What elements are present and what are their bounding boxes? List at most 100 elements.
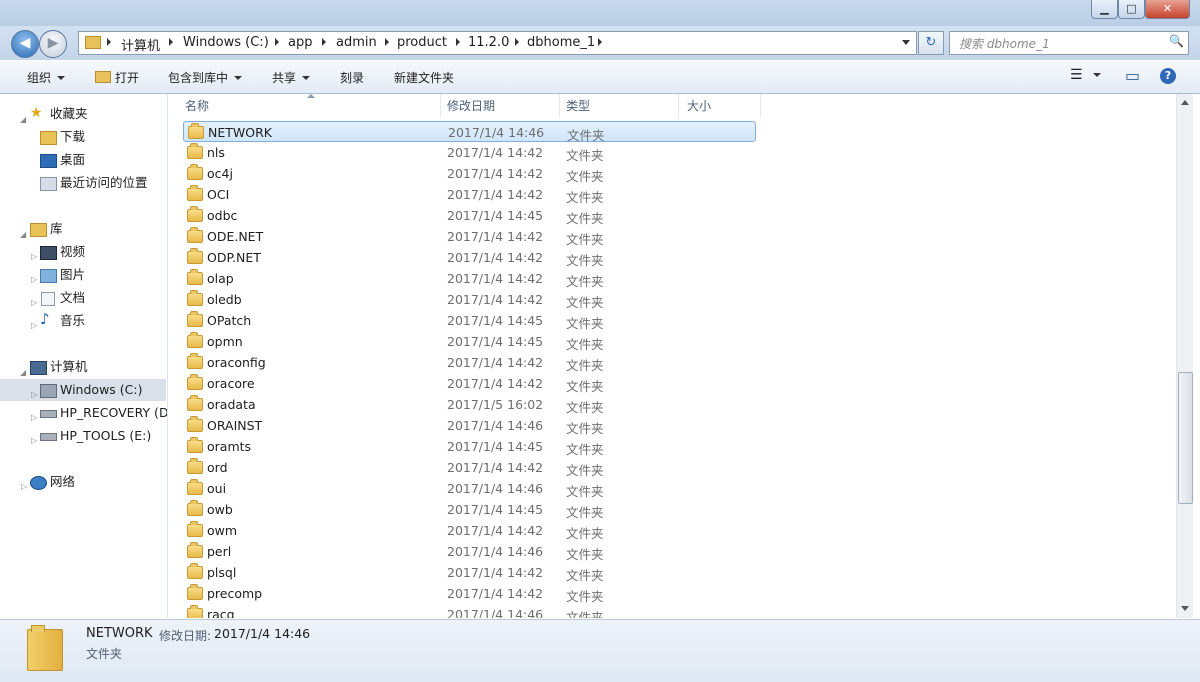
downloads-folder-icon — [40, 131, 57, 145]
file-row[interactable]: perl 2017/1/4 14:46 文件夹 — [183, 541, 756, 562]
breadcrumb-drive-c[interactable]: Windows (C:) — [183, 35, 269, 50]
breadcrumb-separator-icon[interactable] — [456, 38, 460, 46]
nav-libraries[interactable]: ◢ 库 — [0, 218, 166, 240]
chevron-down-icon — [57, 76, 66, 80]
search-box[interactable]: 搜索 dbhome_1 🔍 — [949, 31, 1189, 55]
file-row[interactable]: oc4j 2017/1/4 14:42 文件夹 — [183, 163, 756, 184]
breadcrumb-separator-icon[interactable] — [322, 38, 326, 46]
file-row[interactable]: precomp 2017/1/4 14:42 文件夹 — [183, 583, 756, 604]
file-row[interactable]: ODP.NET 2017/1/4 14:42 文件夹 — [183, 247, 756, 268]
nav-videos[interactable]: ▷ 视频 — [0, 241, 166, 263]
breadcrumb-separator-icon[interactable] — [598, 38, 602, 46]
close-button[interactable]: ✕ — [1145, 0, 1190, 19]
breadcrumb-version[interactable]: 11.2.0 — [468, 35, 509, 50]
file-date: 2017/1/4 14:42 — [447, 460, 544, 475]
minimize-button[interactable]: ▁ — [1091, 0, 1118, 19]
folder-icon — [187, 332, 203, 348]
hard-drive-icon — [40, 410, 57, 418]
nav-network[interactable]: ▷ 网络 — [0, 471, 166, 493]
nav-music[interactable]: ▷ ♪ 音乐 — [0, 310, 166, 332]
nav-desktop[interactable]: 桌面 — [0, 149, 166, 171]
breadcrumb-dbhome[interactable]: dbhome_1 — [527, 35, 595, 50]
breadcrumb-separator-icon[interactable] — [169, 38, 173, 46]
include-in-library-button[interactable]: 包含到库中 — [168, 69, 243, 86]
file-row[interactable]: oui 2017/1/4 14:46 文件夹 — [183, 478, 756, 499]
organize-button[interactable]: 组织 — [27, 69, 66, 86]
address-bar[interactable]: 计算机 Windows (C:) app admin product 11.2.… — [78, 31, 917, 55]
file-row[interactable]: owm 2017/1/4 14:42 文件夹 — [183, 520, 756, 541]
back-button[interactable]: ◀ — [11, 30, 39, 58]
file-date: 2017/1/4 14:46 — [447, 418, 544, 433]
vertical-scrollbar[interactable] — [1176, 94, 1193, 618]
folder-icon — [187, 353, 203, 369]
nav-computer[interactable]: ◢ 计算机 — [0, 356, 166, 378]
windows-drive-icon — [40, 384, 57, 398]
scroll-down-icon[interactable] — [1181, 606, 1189, 611]
file-row[interactable]: oracore 2017/1/4 14:42 文件夹 — [183, 373, 756, 394]
breadcrumb-app[interactable]: app — [288, 35, 312, 50]
file-name: oracore — [207, 376, 255, 391]
share-button[interactable]: 共享 — [272, 69, 311, 86]
file-row[interactable]: oramts 2017/1/4 14:45 文件夹 — [183, 436, 756, 457]
file-date: 2017/1/4 14:42 — [447, 292, 544, 307]
file-row[interactable]: NETWORK 2017/1/4 14:46 文件夹 — [183, 121, 756, 143]
file-row[interactable]: OPatch 2017/1/4 14:45 文件夹 — [183, 310, 756, 331]
search-input[interactable]: 搜索 dbhome_1 — [959, 35, 1050, 52]
title-bar: ▁ □ ✕ — [0, 0, 1200, 26]
nav-favorites[interactable]: ◢ ★ 收藏夹 — [0, 103, 166, 125]
help-button[interactable]: ? — [1160, 68, 1176, 84]
recent-places-icon — [40, 177, 57, 191]
breadcrumb-admin[interactable]: admin — [336, 35, 377, 50]
scrollbar-thumb[interactable] — [1178, 372, 1193, 504]
breadcrumb-separator-icon[interactable] — [515, 38, 519, 46]
column-size[interactable]: 大小 — [679, 94, 761, 118]
column-name[interactable]: 名称 — [168, 94, 441, 118]
nav-documents[interactable]: ▷ 文档 — [0, 287, 166, 309]
forward-button[interactable]: ▶ — [39, 30, 67, 58]
file-row[interactable]: plsql 2017/1/4 14:42 文件夹 — [183, 562, 756, 583]
search-icon[interactable]: 🔍 — [1169, 34, 1184, 48]
nav-documents-label: 文档 — [60, 290, 86, 305]
file-row[interactable]: oledb 2017/1/4 14:42 文件夹 — [183, 289, 756, 310]
preview-pane-button[interactable]: ▭ — [1125, 66, 1140, 85]
file-row[interactable]: olap 2017/1/4 14:42 文件夹 — [183, 268, 756, 289]
expand-arrow-icon[interactable]: ▷ — [31, 430, 37, 452]
nav-pictures[interactable]: ▷ 图片 — [0, 264, 166, 286]
nav-downloads[interactable]: 下载 — [0, 126, 166, 148]
nav-recent-places[interactable]: 最近访问的位置 — [0, 172, 166, 194]
breadcrumb-separator-icon[interactable] — [275, 38, 279, 46]
file-row[interactable]: ord 2017/1/4 14:42 文件夹 — [183, 457, 756, 478]
address-history-dropdown-icon[interactable] — [902, 40, 910, 45]
file-row[interactable]: ODE.NET 2017/1/4 14:42 文件夹 — [183, 226, 756, 247]
file-row[interactable]: owb 2017/1/4 14:45 文件夹 — [183, 499, 756, 520]
change-view-button[interactable]: ☰ — [1070, 67, 1101, 83]
breadcrumb-computer[interactable]: 计算机 — [121, 35, 160, 54]
column-date[interactable]: 修改日期 — [441, 94, 560, 118]
burn-button[interactable]: 刻录 — [340, 69, 364, 86]
pictures-icon — [40, 269, 57, 283]
breadcrumb-separator-icon[interactable] — [107, 38, 111, 46]
file-type: 文件夹 — [566, 610, 604, 618]
file-row[interactable]: oradata 2017/1/5 16:02 文件夹 — [183, 394, 756, 415]
nav-drive-c[interactable]: ▷ Windows (C:) — [0, 379, 166, 401]
column-type[interactable]: 类型 — [560, 94, 679, 118]
file-row[interactable]: racg 2017/1/4 14:46 文件夹 — [183, 604, 756, 618]
new-folder-button[interactable]: 新建文件夹 — [394, 69, 454, 86]
breadcrumb-separator-icon[interactable] — [385, 38, 389, 46]
file-row[interactable]: OCI 2017/1/4 14:42 文件夹 — [183, 184, 756, 205]
file-row[interactable]: odbc 2017/1/4 14:45 文件夹 — [183, 205, 756, 226]
nav-drive-d[interactable]: ▷ HP_RECOVERY (D:) — [0, 402, 167, 424]
file-row[interactable]: nls 2017/1/4 14:42 文件夹 — [183, 142, 756, 163]
open-button[interactable]: 打开 — [95, 69, 139, 86]
maximize-button[interactable]: □ — [1118, 0, 1145, 19]
expand-arrow-icon[interactable]: ▷ — [31, 315, 37, 337]
file-row[interactable]: oraconfig 2017/1/4 14:42 文件夹 — [183, 352, 756, 373]
file-row[interactable]: opmn 2017/1/4 14:45 文件夹 — [183, 331, 756, 352]
open-folder-icon — [95, 71, 111, 83]
expand-arrow-icon[interactable]: ▷ — [21, 476, 27, 498]
scroll-up-icon[interactable] — [1181, 100, 1189, 105]
refresh-button[interactable]: ↻ — [918, 31, 944, 55]
breadcrumb-product[interactable]: product — [397, 35, 447, 50]
file-row[interactable]: ORAINST 2017/1/4 14:46 文件夹 — [183, 415, 756, 436]
nav-drive-e[interactable]: ▷ HP_TOOLS (E:) — [0, 425, 166, 447]
